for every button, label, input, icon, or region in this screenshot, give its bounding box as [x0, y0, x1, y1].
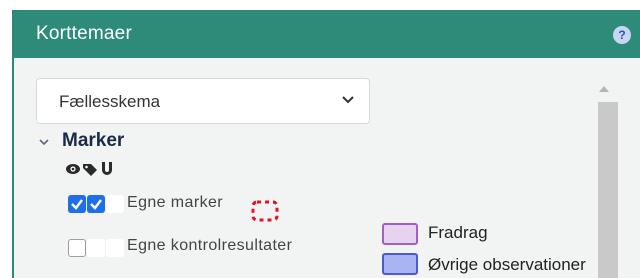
legend-label: Fradrag — [428, 223, 488, 242]
help-icon[interactable]: ? — [613, 26, 631, 44]
magnet-icon — [102, 162, 112, 175]
schema-select-value: Fællesskema — [59, 92, 161, 111]
panel-title: Korttemaer — [36, 23, 132, 44]
section-title: Marker — [62, 130, 125, 151]
snap-checkbox[interactable] — [106, 195, 124, 213]
column-icons — [65, 161, 125, 179]
scrollbar-thumb[interactable] — [598, 102, 618, 278]
label-checkbox[interactable] — [87, 239, 105, 257]
snap-checkbox[interactable] — [106, 239, 124, 257]
layer-label: Egne marker — [127, 194, 223, 211]
chevron-down-icon — [342, 96, 354, 104]
map-themes-panel: Korttemaer ? Fællesskema Marker Egne mar… — [12, 10, 640, 278]
eye-icon — [66, 164, 80, 174]
schema-select[interactable]: Fællesskema — [36, 78, 370, 124]
tag-icon — [83, 164, 97, 176]
legend-swatch-ovrige — [382, 253, 418, 275]
visibility-checkbox[interactable] — [68, 239, 86, 257]
panel-header: Korttemaer ? — [14, 12, 640, 58]
scroll-up-arrow-icon[interactable] — [598, 84, 610, 94]
legend-swatch-fradrag — [382, 223, 418, 245]
red-dashed-outline-icon — [251, 200, 279, 222]
visibility-checkbox[interactable] — [68, 195, 86, 213]
legend-label: Øvrige observationer — [428, 255, 586, 274]
collapse-chevron-icon[interactable] — [38, 136, 50, 148]
layer-label: Egne kontrolresultater — [127, 237, 293, 254]
label-checkbox[interactable] — [87, 195, 105, 213]
